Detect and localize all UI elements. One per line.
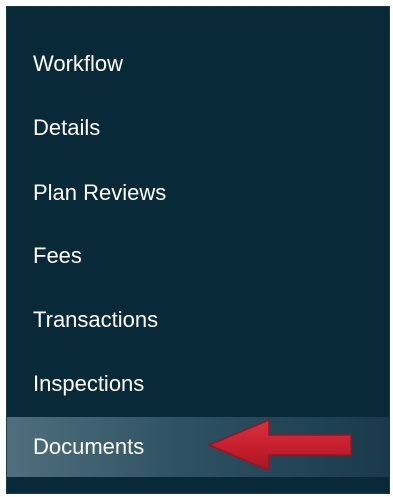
- sidebar-item-label: Inspections: [33, 371, 145, 396]
- sidebar-item-label: Documents: [33, 434, 145, 459]
- sidebar-item-label: Details: [33, 115, 101, 140]
- sidebar-item-transactions[interactable]: Transactions: [7, 290, 389, 350]
- sidebar-item-label: Fees: [33, 243, 82, 268]
- sidebar-item-label: Workflow: [33, 51, 124, 76]
- sidebar-nav: Workflow Details Plan Reviews Fees Trans…: [6, 6, 390, 494]
- red-arrow-icon: [208, 419, 352, 471]
- sidebar-item-workflow[interactable]: Workflow: [7, 34, 389, 94]
- sidebar-item-details[interactable]: Details: [7, 98, 389, 158]
- sidebar-item-label: Plan Reviews: [33, 180, 167, 205]
- screenshot-frame: Workflow Details Plan Reviews Fees Trans…: [0, 0, 393, 497]
- sidebar-item-plan-reviews[interactable]: Plan Reviews: [7, 163, 389, 223]
- sidebar-item-label: Transactions: [33, 307, 159, 332]
- sidebar-item-inspections[interactable]: Inspections: [7, 354, 389, 414]
- sidebar-item-fees[interactable]: Fees: [7, 226, 389, 286]
